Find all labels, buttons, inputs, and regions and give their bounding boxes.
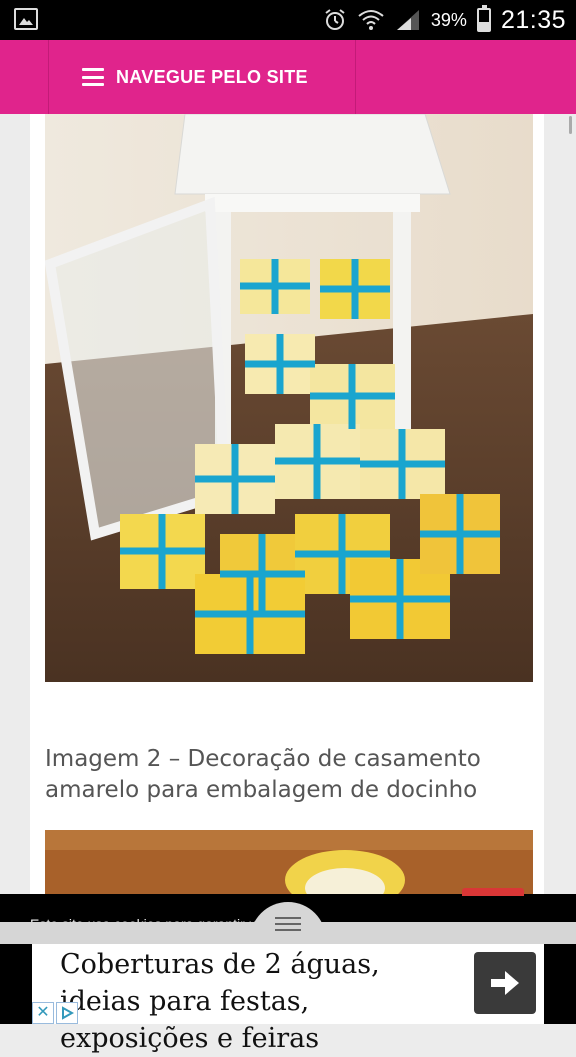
article-image-lantern-gifts[interactable] (45, 114, 533, 682)
hamburger-icon (82, 68, 104, 86)
status-bar: 39% 21:35 (0, 0, 576, 40)
close-icon[interactable]: ✕ (32, 1002, 54, 1024)
wifi-icon (358, 10, 384, 30)
site-header: NAVEGUE PELO SITE (0, 40, 576, 114)
arrow-right-icon (491, 971, 519, 995)
image-icon (14, 8, 38, 30)
image-caption: Imagem 2 – Decoração de casamento amarel… (45, 746, 481, 803)
ad-banner: Coberturas de 2 águas, ideias para festa… (0, 944, 576, 1054)
ad-content[interactable]: Coberturas de 2 águas, ideias para festa… (32, 944, 544, 1054)
clock: 21:35 (500, 5, 566, 34)
cookie-notice-toggle[interactable] (250, 902, 326, 946)
ad-choices[interactable]: ✕ (32, 1002, 78, 1024)
signal-icon (396, 10, 419, 30)
page-scrollbar[interactable] (569, 116, 572, 134)
alarm-icon (325, 9, 345, 30)
adchoices-icon[interactable] (56, 1002, 78, 1024)
article-content: Imagem 2 – Decoração de casamento amarel… (30, 114, 544, 894)
ad-open-button[interactable] (474, 952, 536, 1014)
menu-label: NAVEGUE PELO SITE (116, 66, 308, 87)
cookie-accept-tab[interactable] (462, 888, 524, 896)
ad-text: Coberturas de 2 águas, ideias para festa… (60, 949, 380, 1054)
header-divider (48, 40, 49, 114)
battery-icon (476, 5, 491, 32)
header-divider (355, 40, 356, 114)
cookie-notice: Este site usa cookies para garantir uma (0, 888, 576, 946)
article-image-2[interactable] (45, 830, 533, 894)
site-menu-button[interactable]: NAVEGUE PELO SITE (82, 40, 308, 114)
battery-percent: 39% (430, 9, 467, 30)
drag-handle-icon (275, 917, 301, 931)
